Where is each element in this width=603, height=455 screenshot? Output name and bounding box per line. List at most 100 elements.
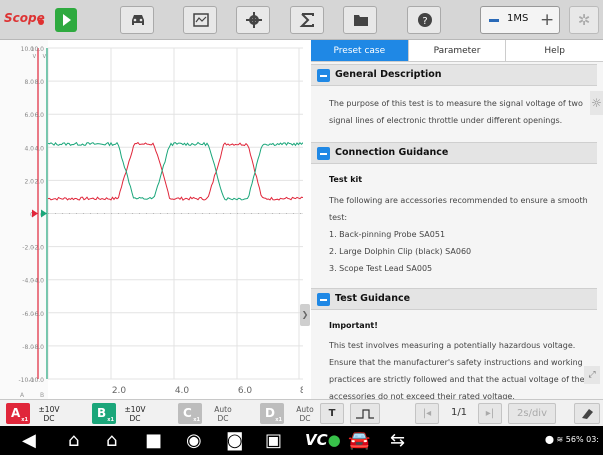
tick-label-a: 6.0 xyxy=(24,112,34,119)
camera-icon[interactable]: ◙ xyxy=(226,430,243,451)
timebase-minus-button[interactable] xyxy=(489,19,499,22)
collapse-icon[interactable] xyxy=(317,147,330,160)
channel-c-settings[interactable]: Auto DC xyxy=(208,405,238,423)
channel-c-button[interactable]: Cx1 xyxy=(178,403,202,424)
x-tick-label: 8.0 xyxy=(300,386,303,396)
system-nav-bar: ◀ ⌂ ⌂ ■ ◉ ◙ ▣ VC● 🚘 ⇆ ⬤ ≋ 56% 03: xyxy=(0,426,603,455)
range: Auto xyxy=(214,405,232,414)
help-button[interactable]: ? xyxy=(407,6,441,34)
x-tick-label: 4.0 xyxy=(175,386,190,396)
scope-plot[interactable]: 10.010.08.08.06.06.04.04.02.02.000-2.0-2… xyxy=(0,40,303,399)
general-description-header[interactable]: General Description xyxy=(311,64,597,86)
coupling: DC xyxy=(299,414,311,423)
eraser-button[interactable] xyxy=(574,403,600,424)
tab-help[interactable]: Help xyxy=(505,40,603,61)
screen-record-icon[interactable]: ▣ xyxy=(265,430,282,451)
battery-level: 56% xyxy=(565,435,584,444)
edge-icon xyxy=(356,409,374,419)
channel-probe: x1 xyxy=(107,417,114,423)
tab-parameter[interactable]: Parameter xyxy=(407,40,506,61)
tick-label-b: -10.0 xyxy=(28,377,44,384)
vehicle-button[interactable] xyxy=(120,6,154,34)
expand-icon[interactable]: ⤢ xyxy=(584,366,600,384)
panel-collapse-handle[interactable]: ❯ xyxy=(300,304,310,326)
guidance-line: The following are accessories recommende… xyxy=(329,196,588,205)
test-guidance-header[interactable]: Test Guidance xyxy=(311,288,597,310)
brightness-icon[interactable]: ☼ xyxy=(590,91,603,115)
tick-label-a: 8.0 xyxy=(24,79,34,86)
x-tick-label: 6.0 xyxy=(238,386,253,396)
folder-icon xyxy=(354,15,368,26)
channel-b-settings[interactable]: ±10V DC xyxy=(120,405,150,423)
waveform-canvas: 10.010.08.08.06.06.04.04.02.02.000-2.0-2… xyxy=(0,40,303,399)
range: ±10V xyxy=(38,405,60,414)
tab-preset-case[interactable]: Preset case xyxy=(311,40,408,61)
channel-a-button[interactable]: Ax1 xyxy=(6,403,30,424)
recent-apps-icon[interactable]: ■ xyxy=(145,430,162,451)
info-panel: Preset case Parameter Help General Descr… xyxy=(311,40,603,399)
vehicle-icon[interactable]: 🚘 xyxy=(348,430,370,451)
tick-label-b: 10.0 xyxy=(31,46,45,53)
channel-b-button[interactable]: Bx1 xyxy=(92,403,116,424)
channel-a-settings[interactable]: ±10V DC xyxy=(34,405,64,423)
house-icon[interactable]: ⌂ xyxy=(106,430,117,451)
subheading: Important! xyxy=(329,321,378,330)
settings-icon[interactable]: ✲ xyxy=(569,6,599,34)
home-icon[interactable]: ⌂ xyxy=(68,430,79,451)
ecu-icon xyxy=(193,13,209,27)
top-toolbar: Scope ? 1MS + ✲ xyxy=(0,0,603,40)
math-button[interactable] xyxy=(290,6,324,34)
range: ±10V xyxy=(124,405,146,414)
tick-label-b: 4.0 xyxy=(34,145,44,152)
timebase-control: 1MS + xyxy=(480,6,560,34)
trigger-edge-button[interactable] xyxy=(350,403,380,424)
settings-gear-button[interactable] xyxy=(236,6,270,34)
trigger-button[interactable]: T xyxy=(320,403,344,424)
tick-label-b: -6.0 xyxy=(32,311,44,318)
guidance-line: This test involves measuring a potential… xyxy=(329,341,576,350)
vci-icon[interactable]: VC● xyxy=(305,430,341,451)
eraser-icon xyxy=(582,409,593,419)
guidance-line: Ensure that the manufacturer's safety in… xyxy=(329,358,583,367)
channel-probe: x1 xyxy=(193,417,200,423)
time-per-div[interactable]: 2s/div xyxy=(508,403,556,424)
location-icon: ⬤ xyxy=(545,435,554,444)
channel-label: D xyxy=(265,406,275,420)
subheading: Test kit xyxy=(329,175,363,184)
channel-d-settings[interactable]: Auto DC xyxy=(290,405,320,423)
timebase-plus-button[interactable]: + xyxy=(540,11,554,29)
channel-label: A xyxy=(11,406,21,420)
folder-button[interactable] xyxy=(343,6,377,34)
tick-label-a: 2.0 xyxy=(24,178,34,185)
collapse-icon[interactable] xyxy=(317,293,330,306)
remote-icon[interactable]: ⇆ xyxy=(390,430,405,451)
browser-icon[interactable]: ◉ xyxy=(186,430,202,451)
tick-label-b: 8.0 xyxy=(34,79,44,86)
corner-label-b: B xyxy=(40,392,44,399)
prev-page-button[interactable]: |◂ xyxy=(415,403,439,424)
channel-d-button[interactable]: Dx1 xyxy=(260,403,284,424)
tick-label-b: -4.0 xyxy=(32,278,44,285)
panel-tabs: Preset case Parameter Help xyxy=(311,40,603,62)
guidance-line: 1. Back-pinning Probe SA051 xyxy=(329,230,446,239)
section-title: General Description xyxy=(335,69,442,80)
play-icon xyxy=(63,14,71,26)
page-indicator: 1/1 xyxy=(450,407,468,418)
unit-a: V xyxy=(33,54,37,60)
back-icon[interactable]: ◀ xyxy=(22,430,36,451)
channel-probe: x1 xyxy=(275,417,282,423)
wifi-icon: ≋ xyxy=(556,435,564,444)
guidance-line: practices are strictly followed and that… xyxy=(329,375,585,384)
coupling: DC xyxy=(43,414,55,423)
channel-bar: Ax1 ±10V DC Bx1 ±10V DC Cx1 Auto DC Dx1 Aut… xyxy=(0,399,603,426)
play-button[interactable] xyxy=(55,8,77,32)
x-tick-label: 2.0 xyxy=(112,386,127,396)
guidance-line: 3. Scope Test Lead SA005 xyxy=(329,264,433,273)
collapse-icon[interactable] xyxy=(317,69,330,82)
help-icon: ? xyxy=(418,13,432,27)
status-tray: ⬤ ≋ 56% 03: xyxy=(545,435,599,444)
connection-guidance-header[interactable]: Connection Guidance xyxy=(311,142,597,164)
ecu-button[interactable] xyxy=(183,6,217,34)
next-page-button[interactable]: ▸| xyxy=(478,403,502,424)
tick-label-a: 4.0 xyxy=(24,145,34,152)
